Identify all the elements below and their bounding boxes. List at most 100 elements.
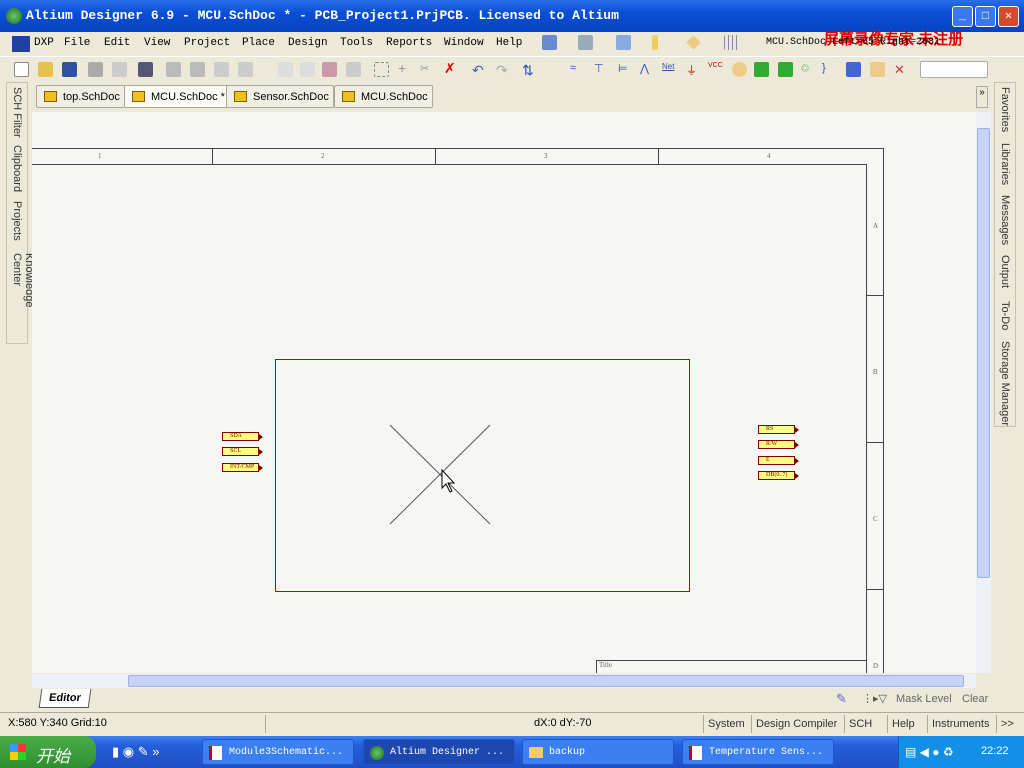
tab-mcu-schdoc[interactable]: MCU.SchDoc [334, 85, 433, 108]
zoom-select-icon[interactable] [238, 62, 253, 77]
status-design-compiler-button[interactable]: Design Compiler [751, 715, 841, 733]
panel-to-do[interactable]: To-Do [999, 301, 1011, 330]
port-int-cmp[interactable]: INT/CMP [222, 463, 263, 472]
status-help-button[interactable]: Help [887, 715, 919, 733]
task-module3schematic[interactable]: Module3Schematic... [202, 739, 354, 765]
redo-icon[interactable]: ↷ [496, 62, 511, 78]
copy-icon[interactable] [300, 62, 315, 77]
document-combo[interactable]: MCU.SchDoc Left=65 Right=2681 [766, 37, 940, 48]
sheet-symbol-icon[interactable] [754, 62, 769, 77]
port-e[interactable]: E [758, 456, 799, 465]
no-erc-icon[interactable]: ✕ [894, 62, 909, 77]
tab-top-schdoc[interactable]: top.SchDoc [36, 85, 125, 108]
close-button[interactable]: ✕ [998, 6, 1019, 27]
menu-help[interactable]: Help [496, 37, 522, 49]
zoom-area-icon[interactable] [190, 62, 205, 77]
filter-combo[interactable] [920, 61, 988, 78]
net-icon[interactable]: Net [662, 62, 677, 77]
status-more-button[interactable]: >> [996, 715, 1018, 733]
menu-file[interactable]: File [64, 37, 90, 49]
start-button[interactable]: 开始 [0, 736, 96, 768]
port-rw[interactable]: R/W [758, 440, 799, 449]
new-icon[interactable] [14, 62, 29, 77]
net-label-icon[interactable]: ⋀ [640, 62, 655, 77]
cut-icon[interactable] [278, 62, 293, 77]
minimize-button[interactable]: _ [952, 6, 973, 27]
port-rs[interactable]: RS [758, 425, 799, 434]
status-system-button[interactable]: System [703, 715, 749, 733]
task-backup[interactable]: backup [522, 739, 674, 765]
editor-tab[interactable]: Editor [38, 689, 92, 708]
tab-sensor-schdoc[interactable]: Sensor.SchDoc [226, 85, 334, 108]
undo-icon[interactable]: ↶ [472, 62, 487, 78]
maximize-button[interactable]: □ [975, 6, 996, 27]
schematic-canvas[interactable]: 1 2 3 4 A B C D Title SDA SCL INT/CMP RS… [32, 112, 976, 673]
zoom-icon[interactable] [214, 62, 229, 77]
port-scl[interactable]: SCL [222, 447, 263, 456]
vertical-scroll-thumb[interactable] [977, 128, 990, 578]
panel-projects[interactable]: Projects [11, 201, 23, 241]
zoom-fit-icon[interactable] [166, 62, 181, 77]
select-area-icon[interactable] [374, 62, 389, 77]
panel-messages[interactable]: Messages [999, 195, 1011, 245]
wire-icon[interactable] [542, 35, 557, 50]
menu-edit[interactable]: Edit [104, 37, 130, 49]
gnd-icon[interactable]: ⏚ [686, 62, 701, 77]
status-instruments-button[interactable]: Instruments [927, 715, 993, 733]
menu-dxp[interactable]: DXP [34, 37, 54, 49]
deselect-icon[interactable]: ✂ [420, 62, 435, 77]
harness-icon[interactable]: } [822, 62, 837, 77]
paste-icon[interactable] [322, 62, 337, 77]
sheet-entry-icon[interactable] [778, 62, 793, 77]
panel-libraries[interactable]: Libraries [999, 143, 1011, 185]
print-preview-icon[interactable] [112, 62, 127, 77]
menu-design[interactable]: Design [288, 37, 328, 49]
status-sch-button[interactable]: SCH [844, 715, 876, 733]
clear-filter-icon[interactable]: ✗ [444, 61, 459, 77]
clear-button[interactable]: Clear [962, 693, 988, 705]
rubber-stamp-icon[interactable] [346, 62, 361, 77]
panel-favorites[interactable]: Favorites [999, 87, 1011, 132]
panel-output[interactable]: Output [999, 255, 1011, 288]
port-icon[interactable] [686, 35, 701, 50]
place-part-icon[interactable] [732, 62, 747, 77]
panel-storage-manager[interactable]: Storage Manager [999, 341, 1011, 426]
tab-overflow-button[interactable]: » [976, 86, 988, 108]
offsheet-icon[interactable] [870, 62, 885, 77]
vcc-icon[interactable]: VCC [708, 62, 723, 77]
menu-view[interactable]: View [144, 37, 170, 49]
filter-icon[interactable]: ⋮▸▽ [862, 692, 887, 705]
part-icon[interactable] [652, 35, 658, 50]
open-icon[interactable] [38, 62, 53, 77]
print-icon[interactable] [88, 62, 103, 77]
grid-icon[interactable] [724, 35, 739, 50]
panel-sch-filter[interactable]: SCH Filter [11, 87, 23, 138]
vertical-scrollbar[interactable] [976, 112, 991, 673]
device-sheet-icon[interactable]: ♲ [800, 62, 815, 77]
pencil-icon[interactable]: ✎ [836, 691, 847, 707]
menu-place[interactable]: Place [242, 37, 275, 49]
menu-reports[interactable]: Reports [386, 37, 432, 49]
place-bus-icon[interactable]: ⊤ [594, 62, 609, 77]
align-icon[interactable] [578, 35, 593, 50]
port-sda[interactable]: SDA [222, 432, 263, 441]
move-icon[interactable]: + [398, 61, 413, 77]
tab-mcu-schdoc-modified[interactable]: MCU.SchDoc * [124, 85, 230, 108]
wiring-toolbar[interactable] [542, 35, 752, 51]
quicklaunch-icons[interactable]: ▮ ◉ ✎ » [112, 744, 159, 760]
bus-entry-icon[interactable]: ⊨ [618, 62, 633, 77]
menu-tools[interactable]: Tools [340, 37, 373, 49]
port-place-icon[interactable] [846, 62, 861, 77]
horizontal-scroll-thumb[interactable] [128, 675, 964, 687]
mask-level-button[interactable]: Mask Level [896, 693, 952, 705]
hierarchy-icon[interactable]: ⇅ [522, 62, 537, 78]
save-icon[interactable] [62, 62, 77, 77]
panel-clipboard[interactable]: Clipboard [11, 145, 23, 192]
menu-project[interactable]: Project [184, 37, 230, 49]
power-icon[interactable] [616, 35, 631, 50]
port-db[interactable]: DB[0..7] [758, 471, 799, 480]
tray-icons[interactable]: ▤ ◀ ● ♻ [905, 745, 954, 759]
place-wire-icon[interactable]: ≈ [570, 62, 585, 77]
browse-icon[interactable] [138, 62, 153, 77]
task-temperature-sensor[interactable]: Temperature Sens... [682, 739, 834, 765]
